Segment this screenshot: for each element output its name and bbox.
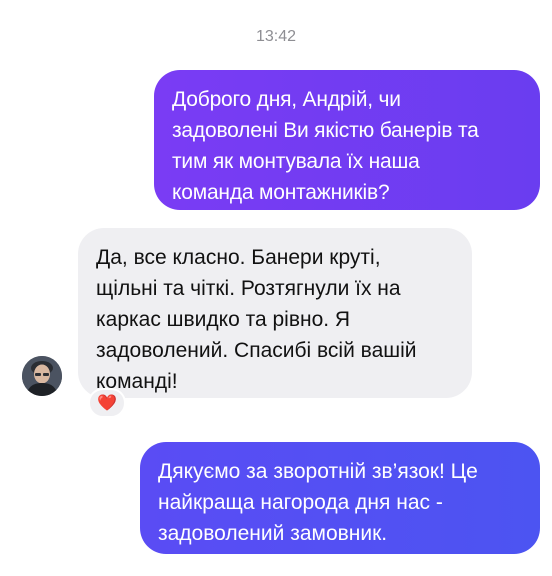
heart-reaction[interactable]: ❤️	[88, 388, 126, 418]
message-timestamp: 13:42	[255, 28, 297, 45]
outgoing-message-bubble[interactable]: Доброго дня, Андрій, чи задоволені Ви як…	[154, 70, 540, 210]
avatar[interactable]	[22, 356, 62, 396]
avatar-photo-icon	[22, 356, 62, 396]
incoming-message-bubble[interactable]: Да, все класно. Банери круті, щільні та …	[78, 228, 472, 398]
outgoing-message-bubble[interactable]: Дякуємо за зворотній зв’язок! Це найкращ…	[140, 442, 540, 554]
heart-icon: ❤️	[97, 395, 117, 412]
